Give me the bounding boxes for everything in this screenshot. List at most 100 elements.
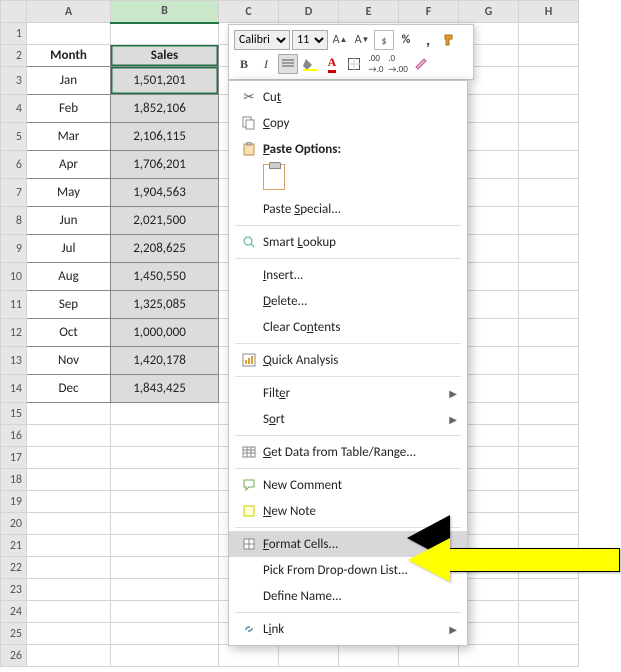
row-header[interactable]: 14 <box>1 375 27 403</box>
cell-month[interactable]: Oct <box>27 319 111 347</box>
cell-empty[interactable] <box>519 469 579 491</box>
cell-empty[interactable] <box>111 469 219 491</box>
cell-empty[interactable] <box>111 491 219 513</box>
cell-empty[interactable] <box>27 535 111 557</box>
cell-empty[interactable] <box>111 425 219 447</box>
italic-button[interactable]: I <box>256 54 276 74</box>
cell-empty[interactable] <box>111 623 219 645</box>
menu-copy[interactable]: Copy <box>229 110 467 136</box>
cell-sales[interactable]: 1,706,201 <box>111 151 219 179</box>
cell-empty[interactable] <box>519 425 579 447</box>
cell-sales[interactable]: 2,208,625 <box>111 235 219 263</box>
row-header[interactable]: 21 <box>1 535 27 557</box>
cell-empty[interactable] <box>27 623 111 645</box>
cell-month[interactable]: Jun <box>27 207 111 235</box>
cell-empty[interactable] <box>459 645 519 667</box>
cell-empty[interactable] <box>27 403 111 425</box>
comma-icon[interactable]: , <box>418 30 438 50</box>
cell-empty[interactable] <box>111 579 219 601</box>
cell-sales[interactable]: 1,852,106 <box>111 95 219 123</box>
cell-empty[interactable] <box>27 23 111 45</box>
cell-empty[interactable] <box>279 645 339 667</box>
cell-empty[interactable] <box>111 447 219 469</box>
cell-empty[interactable] <box>519 319 579 347</box>
borders-icon[interactable] <box>344 54 364 74</box>
cell-empty[interactable] <box>27 601 111 623</box>
cell-sales[interactable]: 1,501,201 <box>111 67 219 95</box>
row-header[interactable]: 16 <box>1 425 27 447</box>
cell-empty[interactable] <box>111 601 219 623</box>
cell-month[interactable]: Mar <box>27 123 111 151</box>
menu-cut[interactable]: ✂Cut <box>229 84 467 110</box>
cell-empty[interactable] <box>519 601 579 623</box>
row-header[interactable]: 23 <box>1 579 27 601</box>
row-header[interactable]: 12 <box>1 319 27 347</box>
menu-clear-contents[interactable]: Clear Contents <box>229 314 467 340</box>
row-header[interactable]: 5 <box>1 123 27 151</box>
cell-month[interactable]: Nov <box>27 347 111 375</box>
menu-link[interactable]: Link▶ <box>229 616 467 642</box>
row-header[interactable]: 20 <box>1 513 27 535</box>
cell-empty[interactable] <box>519 45 579 67</box>
cell-empty[interactable] <box>519 207 579 235</box>
percent-icon[interactable]: % <box>396 30 416 50</box>
cell-empty[interactable] <box>519 645 579 667</box>
cell-sales[interactable]: 2,106,115 <box>111 123 219 151</box>
paste-icon[interactable] <box>263 164 285 190</box>
column-header-g[interactable]: G <box>459 1 519 23</box>
cell-month[interactable]: Jul <box>27 235 111 263</box>
cell-sales[interactable]: 1,843,425 <box>111 375 219 403</box>
cell-empty[interactable] <box>519 95 579 123</box>
cell-sales[interactable]: 2,021,500 <box>111 207 219 235</box>
row-header[interactable]: 3 <box>1 67 27 95</box>
cell-empty[interactable] <box>111 535 219 557</box>
row-header[interactable]: 25 <box>1 623 27 645</box>
cell-empty[interactable] <box>111 403 219 425</box>
cell-empty[interactable] <box>519 623 579 645</box>
row-header[interactable]: 13 <box>1 347 27 375</box>
cell-empty[interactable] <box>27 447 111 469</box>
cell-empty[interactable] <box>519 179 579 207</box>
column-header-d[interactable]: D <box>279 1 339 23</box>
cell-empty[interactable] <box>339 645 399 667</box>
column-header-a[interactable]: A <box>27 1 111 23</box>
cell-empty[interactable] <box>519 491 579 513</box>
menu-define-name[interactable]: Define Name... <box>229 583 467 609</box>
menu-quick-analysis[interactable]: Quick Analysis <box>229 347 467 373</box>
cell-sales[interactable]: 1,000,000 <box>111 319 219 347</box>
row-header[interactable]: 17 <box>1 447 27 469</box>
row-header[interactable]: 15 <box>1 403 27 425</box>
cell-empty[interactable] <box>111 645 219 667</box>
row-header[interactable]: 1 <box>1 23 27 45</box>
cell-sales[interactable]: 1,420,178 <box>111 347 219 375</box>
cell-empty[interactable] <box>519 151 579 179</box>
cell-empty[interactable] <box>27 513 111 535</box>
cell-empty[interactable] <box>399 645 459 667</box>
cell-empty[interactable] <box>519 447 579 469</box>
format-painter-icon[interactable] <box>440 30 460 50</box>
cell-empty[interactable] <box>519 291 579 319</box>
row-header[interactable]: 10 <box>1 263 27 291</box>
cell-empty[interactable] <box>519 23 579 45</box>
column-header-f[interactable]: F <box>399 1 459 23</box>
column-header-b[interactable]: B <box>111 1 219 23</box>
row-header[interactable]: 19 <box>1 491 27 513</box>
cell-empty[interactable] <box>519 235 579 263</box>
decrease-font-icon[interactable]: A▼ <box>352 30 372 50</box>
bold-button[interactable]: B <box>234 54 254 74</box>
row-header[interactable]: 6 <box>1 151 27 179</box>
select-all-corner[interactable] <box>1 1 27 23</box>
cell-empty[interactable] <box>27 557 111 579</box>
menu-new-comment[interactable]: New Comment <box>229 472 467 498</box>
cell-month[interactable]: Dec <box>27 375 111 403</box>
increase-font-icon[interactable]: A▲ <box>330 30 350 50</box>
font-select[interactable]: Calibri <box>234 30 290 50</box>
decrease-decimal-icon[interactable]: .0→.00 <box>388 54 408 74</box>
cell-empty[interactable] <box>519 513 579 535</box>
cell-empty[interactable] <box>519 403 579 425</box>
fill-color-icon[interactable] <box>300 54 320 74</box>
cell-empty[interactable] <box>111 513 219 535</box>
row-header[interactable]: 26 <box>1 645 27 667</box>
cell-month[interactable]: Jan <box>27 67 111 95</box>
cell-empty[interactable] <box>519 123 579 151</box>
